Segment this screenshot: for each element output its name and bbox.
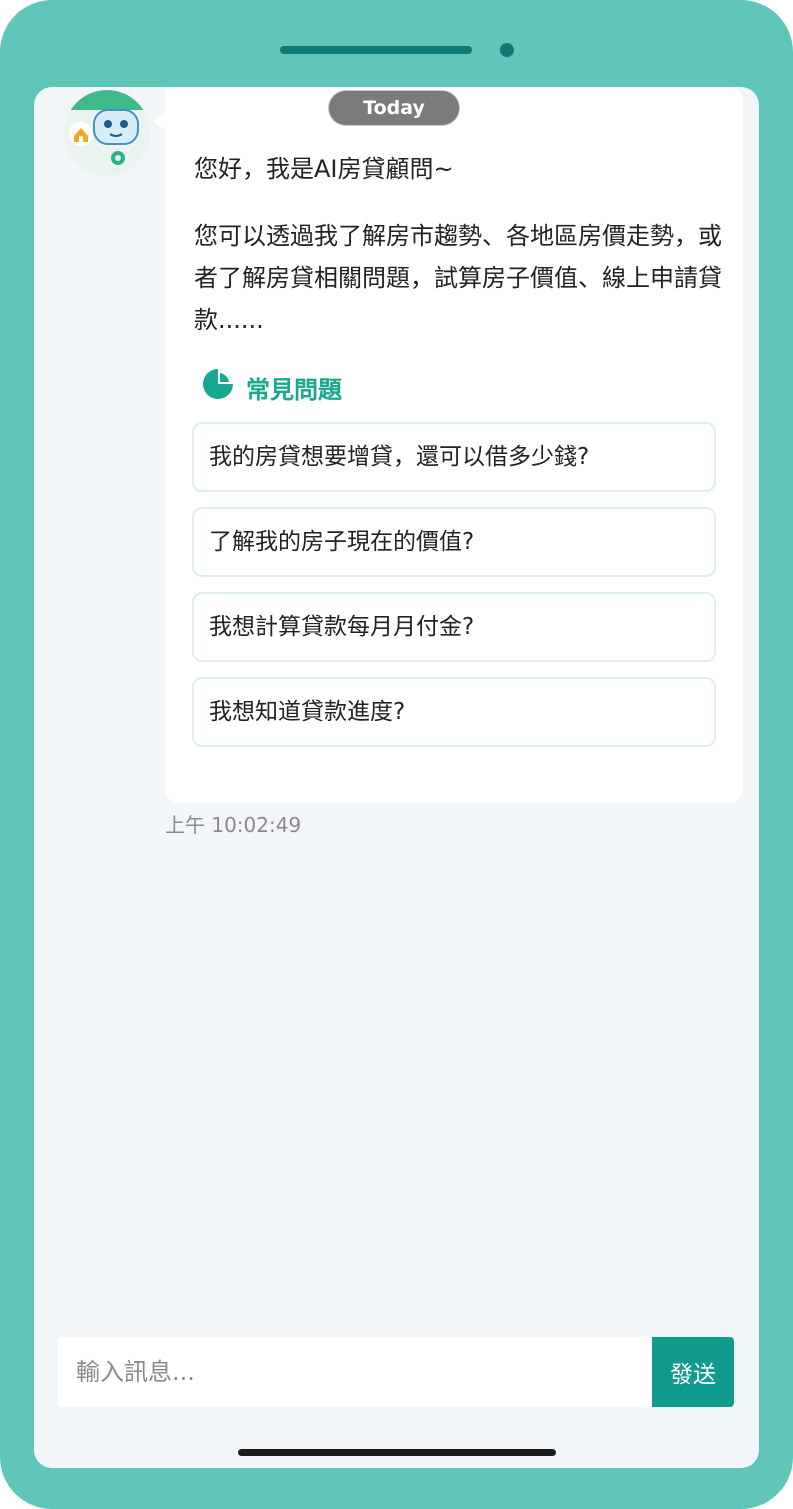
phone-speaker	[280, 46, 472, 54]
pie-chart-icon	[202, 368, 234, 406]
bot-avatar-icon	[64, 90, 150, 176]
send-button[interactable]: 發送	[652, 1337, 734, 1407]
faq-item-house-value[interactable]: 了解我的房子現在的價值?	[192, 507, 716, 577]
faq-heading: 常見問題	[202, 368, 342, 406]
chat-screen: Today 您好，我是AI房貸顧問~ 您可以透過我了解房市趨勢、各地區房價走勢，…	[34, 87, 759, 1468]
phone-frame: Today 您好，我是AI房貸顧問~ 您可以透過我了解房市趨勢、各地區房價走勢，…	[0, 0, 793, 1509]
faq-item-loan-progress[interactable]: 我想知道貸款進度?	[192, 677, 716, 747]
message-composer: 發送	[58, 1337, 734, 1407]
faq-item-increase-loan[interactable]: 我的房貸想要增貸，還可以借多少錢?	[192, 422, 716, 492]
home-indicator	[238, 1449, 556, 1456]
message-input[interactable]	[58, 1337, 650, 1407]
greeting-text: 您好，我是AI房貸顧問~	[194, 155, 454, 183]
intro-text: 您可以透過我了解房市趨勢、各地區房價走勢，或者了解房貸相關問題，試算房子價值、線…	[194, 222, 722, 334]
phone-camera	[500, 43, 514, 57]
faq-heading-label: 常見問題	[246, 375, 342, 404]
message-timestamp: 上午 10:02:49	[165, 813, 302, 837]
date-badge: Today	[328, 90, 460, 126]
faq-item-monthly-payment[interactable]: 我想計算貸款每月月付金?	[192, 592, 716, 662]
